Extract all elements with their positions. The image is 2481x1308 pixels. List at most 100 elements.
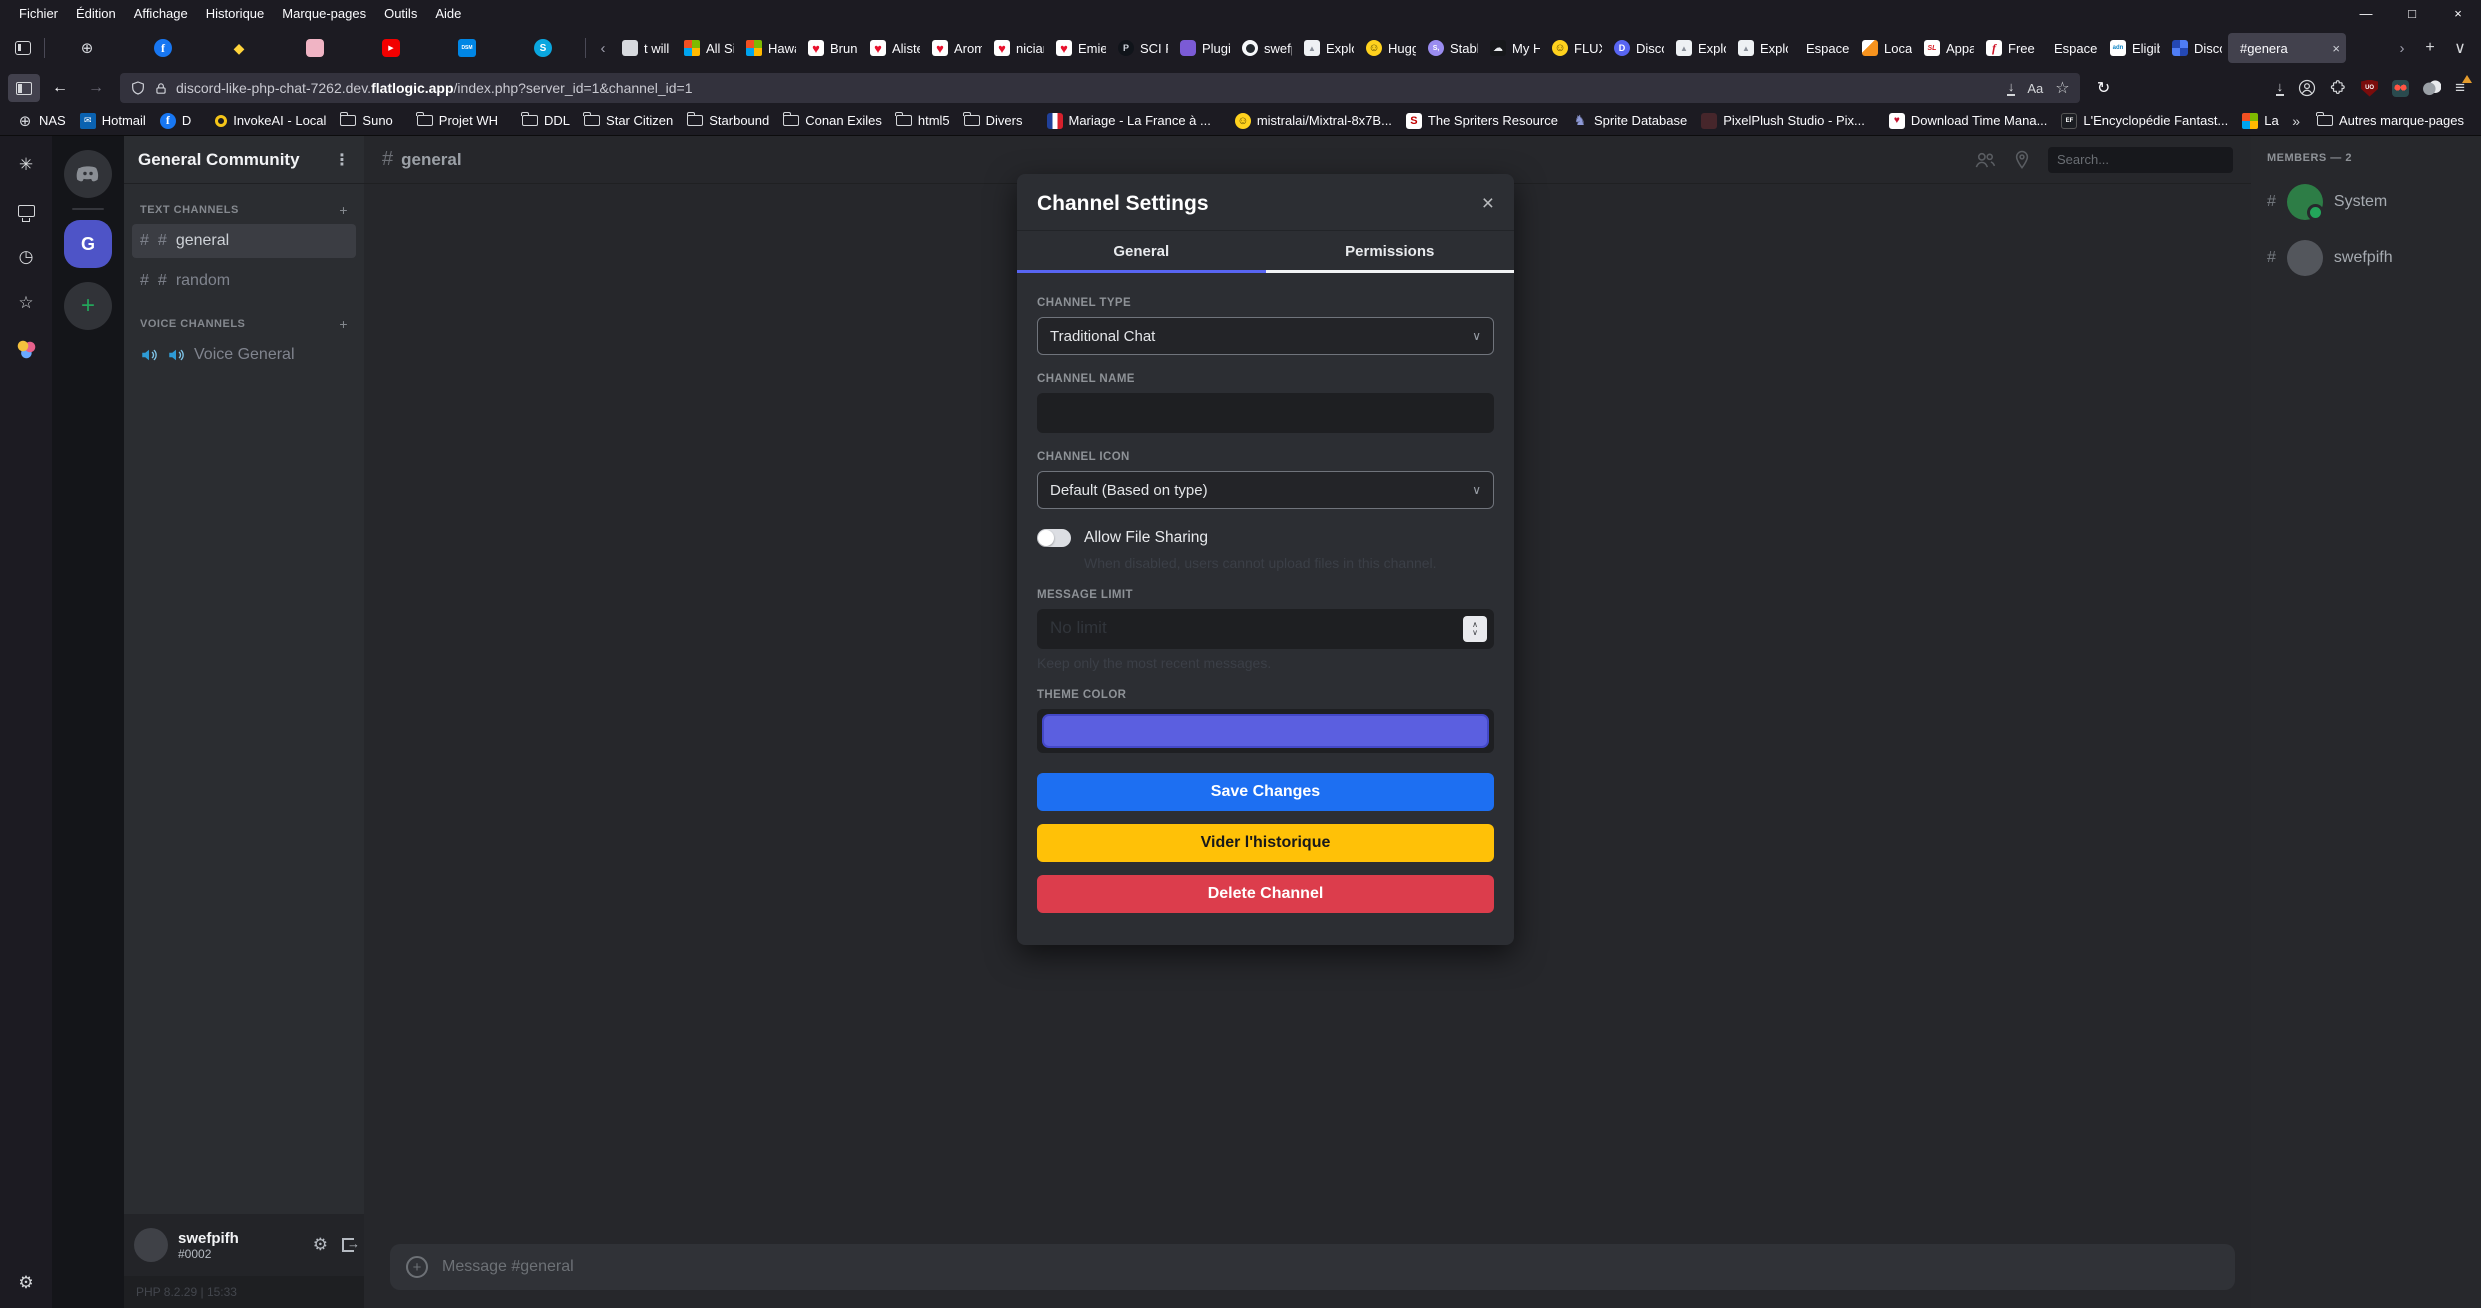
bookmark-item[interactable]: Sprite Database (1565, 110, 1694, 132)
spinner-down-icon[interactable]: ∨ (1472, 629, 1478, 637)
browser-tab[interactable]: My Ha × (1484, 33, 1546, 63)
bookmark-item[interactable]: Download Time Mana... (1882, 110, 2055, 132)
save-changes-button[interactable]: Save Changes (1037, 773, 1494, 811)
modal-close-icon[interactable]: × (1482, 192, 1494, 216)
save-page-icon[interactable]: ↓ (2007, 80, 2016, 96)
pinned-tab[interactable] (125, 33, 201, 63)
browser-tab[interactable]: SCI RE × (1112, 33, 1174, 63)
extension-icon[interactable] (2423, 80, 2441, 96)
bookmarks-star-icon[interactable]: ☆ (15, 292, 37, 314)
browser-tab[interactable]: swefpi × (1236, 33, 1298, 63)
browser-tab[interactable]: Bruni2 × (802, 33, 864, 63)
reload-button[interactable]: ↻ (2088, 74, 2120, 102)
menu-item[interactable]: Édition (67, 3, 125, 24)
browser-tab[interactable]: Discor × (1608, 33, 1670, 63)
firefox-view-button[interactable] (6, 33, 40, 63)
bookmark-item[interactable]: Star Citizen (577, 110, 680, 131)
lock-icon[interactable] (154, 81, 168, 96)
browser-tab[interactable]: Explor × (1732, 33, 1794, 63)
menu-item[interactable]: Marque-pages (273, 3, 375, 24)
browser-tab[interactable]: Discor × (2166, 33, 2228, 63)
screen-share-icon[interactable] (15, 200, 37, 222)
channel-icon-select[interactable]: Default (Based on type) ∨ (1037, 471, 1494, 509)
list-all-tabs-button[interactable]: ∨ (2445, 33, 2475, 63)
search-input[interactable]: Search... (2048, 147, 2233, 173)
ublock-extension-icon[interactable]: UO (2361, 80, 2378, 97)
menu-item[interactable]: Historique (197, 3, 274, 24)
sidebar-toggle-button[interactable] (8, 74, 40, 102)
browser-tab[interactable]: t will × (616, 33, 678, 63)
bookmark-item[interactable]: InvokeAI - Local (208, 110, 333, 131)
server-icon-general-community[interactable]: G (64, 220, 112, 268)
pinned-tab[interactable] (277, 33, 353, 63)
browser-tab[interactable]: Stable × (1422, 33, 1484, 63)
pinned-tab[interactable] (429, 33, 505, 63)
tab-scroll-left[interactable]: ‹ (590, 40, 616, 57)
voice-channel-item[interactable]: Voice General (132, 338, 356, 372)
downloads-icon[interactable]: ↓ (2276, 80, 2285, 96)
sidebar-settings-gear-icon[interactable]: ⚙ (15, 1272, 37, 1294)
browser-tab[interactable]: Aromy × (926, 33, 988, 63)
voice-channels-category[interactable]: VOICE CHANNELS + (132, 316, 356, 332)
browser-tab[interactable]: Free : × (1980, 33, 2042, 63)
channel-name-input[interactable] (1037, 393, 1494, 433)
bookmark-item[interactable]: NAS (10, 110, 73, 132)
bookmark-item[interactable]: Starbound (680, 110, 776, 131)
browser-tab[interactable]: Espace cli × (1794, 33, 1856, 63)
bookmark-item[interactable]: L'Encyclopédie Fantast... (2054, 110, 2235, 132)
browser-tab[interactable]: Huggi × (1360, 33, 1422, 63)
pinned-tab[interactable] (49, 33, 125, 63)
server-menu-icon[interactable]: ⋮ (334, 150, 350, 170)
history-clock-icon[interactable]: ◷ (15, 246, 37, 268)
browser-tab[interactable]: Appar × (1918, 33, 1980, 63)
user-settings-gear-icon[interactable]: ⚙ (313, 1235, 328, 1255)
browser-tab[interactable]: Espace ab × (2042, 33, 2104, 63)
user-avatar[interactable] (134, 1228, 168, 1262)
bookmark-item[interactable]: Mariage - La France à ... (1040, 110, 1218, 132)
bookmark-item[interactable]: Suno (333, 110, 399, 131)
member-row[interactable]: # swefpifh (2251, 240, 2481, 276)
maximize-button[interactable]: □ (2389, 0, 2435, 26)
minimize-button[interactable]: — (2343, 0, 2389, 26)
other-bookmarks-folder[interactable]: Autres marque-pages (2310, 110, 2471, 131)
channel-item[interactable]: # # random (132, 264, 356, 298)
server-header[interactable]: General Community ⋮ (124, 136, 364, 184)
bookmark-item[interactable]: Hotmail (73, 110, 153, 132)
member-row[interactable]: # System (2251, 184, 2481, 220)
message-input-bar[interactable]: + Message #general (390, 1244, 2235, 1290)
members-toggle-icon[interactable] (1974, 151, 1996, 169)
browser-tab[interactable]: Plugin × (1174, 33, 1236, 63)
clear-history-button[interactable]: Vider l'historique (1037, 824, 1494, 862)
bookmark-item[interactable]: html5 (889, 110, 957, 131)
extension-icon[interactable] (2392, 80, 2409, 97)
bookmark-item[interactable]: Conan Exiles (776, 110, 889, 131)
bookmark-star-icon[interactable]: ☆ (2055, 78, 2069, 98)
channel-item[interactable]: # # general (132, 224, 356, 258)
channel-type-select[interactable]: Traditional Chat ∨ (1037, 317, 1494, 355)
account-icon[interactable] (2298, 79, 2316, 97)
browser-tab[interactable]: Explor × (1670, 33, 1732, 63)
menu-item[interactable]: Outils (375, 3, 426, 24)
pinned-tab[interactable] (353, 33, 429, 63)
tab-scroll-right[interactable]: › (2389, 40, 2415, 57)
pin-icon[interactable] (2014, 150, 2030, 170)
browser-tab[interactable]: All Siz × (678, 33, 740, 63)
app-menu-icon[interactable]: ≡ (2455, 78, 2465, 98)
text-channels-category[interactable]: TEXT CHANNELS + (132, 202, 356, 218)
translate-icon[interactable]: Aa (2027, 81, 2043, 96)
browser-tab[interactable]: Eligibi × (2104, 33, 2166, 63)
discord-home-button[interactable] (64, 150, 112, 198)
bookmark-item[interactable]: Divers (957, 110, 1030, 131)
new-tab-button[interactable]: + (2415, 33, 2445, 63)
url-bar[interactable]: discord-like-php-chat-7262.dev.flatlogic… (120, 73, 2080, 103)
message-limit-input[interactable]: No limit ∧ ∨ (1037, 609, 1494, 649)
bookmark-item[interactable]: La connexion Wifi et E... (2235, 110, 2282, 132)
browser-tab[interactable]: #genera × (2228, 33, 2346, 63)
menu-item[interactable]: Aide (426, 3, 470, 24)
pinned-tab[interactable] (505, 33, 581, 63)
delete-channel-button[interactable]: Delete Channel (1037, 875, 1494, 913)
ai-chat-icon[interactable]: ✳ (15, 154, 37, 176)
bookmark-item[interactable]: D (153, 110, 198, 132)
bookmark-item[interactable]: Projet WH (410, 110, 505, 131)
browser-tab[interactable]: Alister × (864, 33, 926, 63)
